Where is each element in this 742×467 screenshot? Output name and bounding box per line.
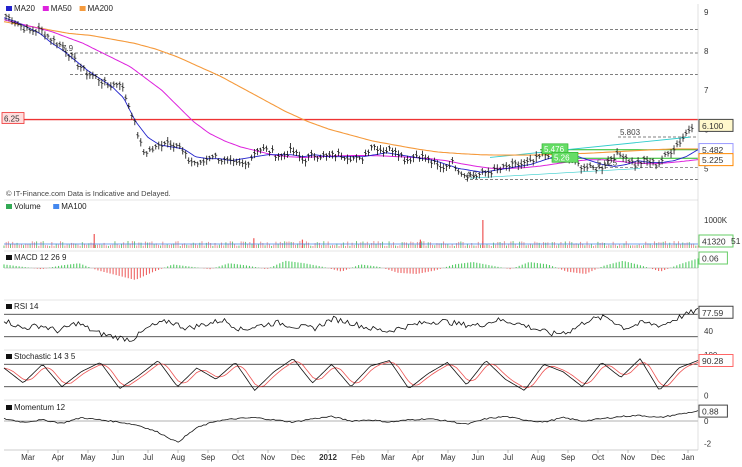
- x-axis-label: Feb: [351, 453, 365, 462]
- momentum-legend-swatch-0: [6, 405, 12, 410]
- rsi-badge: 77.59: [702, 308, 724, 318]
- x-axis-label: Aug: [531, 453, 545, 462]
- volume-axis-tick: 1000K: [704, 216, 728, 225]
- x-axis-label: May: [80, 453, 95, 462]
- x-axis-label: Aug: [171, 453, 185, 462]
- price-legend-item-2: MA200: [88, 4, 114, 13]
- volume-legend-item-1: MA100: [61, 202, 87, 211]
- price-badge-2: 5.225: [702, 155, 724, 165]
- watermark: © IT-Finance.com Data is Indicative and …: [6, 189, 171, 198]
- price-legend-swatch-1: [42, 6, 49, 11]
- x-axis-label: Mar: [21, 453, 35, 462]
- price-axis-tick: 8: [704, 47, 709, 56]
- x-axis-label: Dec: [651, 453, 665, 462]
- x-axis-label: Nov: [621, 453, 635, 462]
- x-axis-label: Jan: [682, 453, 695, 462]
- momentum-badge: 0.88: [702, 407, 719, 417]
- x-axis-label: Oct: [232, 453, 245, 462]
- x-axis-label: Sep: [201, 453, 216, 462]
- rsi-legend-item-0: RSI 14: [14, 302, 39, 311]
- volume-ma-badge: 51: [731, 236, 741, 246]
- x-axis-label: Nov: [261, 453, 275, 462]
- x-axis-label: Jun: [472, 453, 485, 462]
- momentum-legend-item-0: Momentum 12: [14, 403, 66, 412]
- volume-legend-swatch-1: [53, 204, 60, 209]
- momentum-axis-tick-neg2: -2: [704, 440, 712, 449]
- stock-chart: 6.257.95.8035.4765.265.0254.7987656.1005…: [0, 0, 742, 462]
- x-axis-label: Dec: [291, 453, 305, 462]
- price-legend-item-1: MA50: [51, 4, 72, 13]
- price-axis-tick: 9: [704, 8, 709, 17]
- rsi-legend-swatch-0: [6, 304, 12, 309]
- macd-legend-swatch-0: [6, 255, 12, 260]
- x-axis-label: Jul: [503, 453, 513, 462]
- level-label-7: 5.025: [597, 158, 618, 167]
- x-axis-label: May: [440, 453, 455, 462]
- resistance-label: 6.25: [4, 115, 20, 124]
- x-axis-label: Jul: [143, 453, 153, 462]
- price-legend-item-0: MA20: [14, 4, 35, 13]
- price-legend-swatch-0: [6, 6, 12, 11]
- x-axis-label: Apr: [52, 453, 65, 462]
- macd-legend-item-0: MACD 12 26 9: [14, 253, 67, 262]
- level-label-2: 7.9: [62, 44, 74, 53]
- macd-badge: 0.06: [702, 254, 719, 264]
- momentum-axis-tick-0: 0: [704, 417, 709, 426]
- price-legend-swatch-2: [79, 6, 86, 11]
- stoch-legend-swatch-0: [6, 354, 12, 359]
- price-badge-0: 6.100: [702, 121, 724, 131]
- x-axis-label: Mar: [381, 453, 395, 462]
- volume-badge: 41320: [702, 237, 726, 247]
- stoch-legend-item-0: Stochastic 14 3 5: [14, 352, 76, 361]
- stoch-badge: 90.28: [702, 356, 724, 366]
- x-axis-label: Jun: [112, 453, 125, 462]
- volume-legend-item-0: Volume: [14, 202, 41, 211]
- x-axis-label: Apr: [412, 453, 425, 462]
- volume-legend-swatch-0: [6, 204, 12, 209]
- rsi-axis-tick-40: 40: [704, 327, 713, 336]
- x-axis-label: 2012: [319, 453, 337, 462]
- support-label-6: 5.26: [554, 153, 570, 162]
- x-axis-label: Sep: [561, 453, 576, 462]
- chart-stage: 6.257.95.8035.4765.265.0254.7987656.1005…: [0, 0, 742, 462]
- price-axis-tick: 7: [704, 86, 709, 95]
- level-label-8: 4.7: [466, 170, 478, 179]
- level-label-4: 5.803: [620, 128, 641, 137]
- x-axis-label: Oct: [592, 453, 605, 462]
- stoch-axis-tick-0: 0: [704, 391, 709, 400]
